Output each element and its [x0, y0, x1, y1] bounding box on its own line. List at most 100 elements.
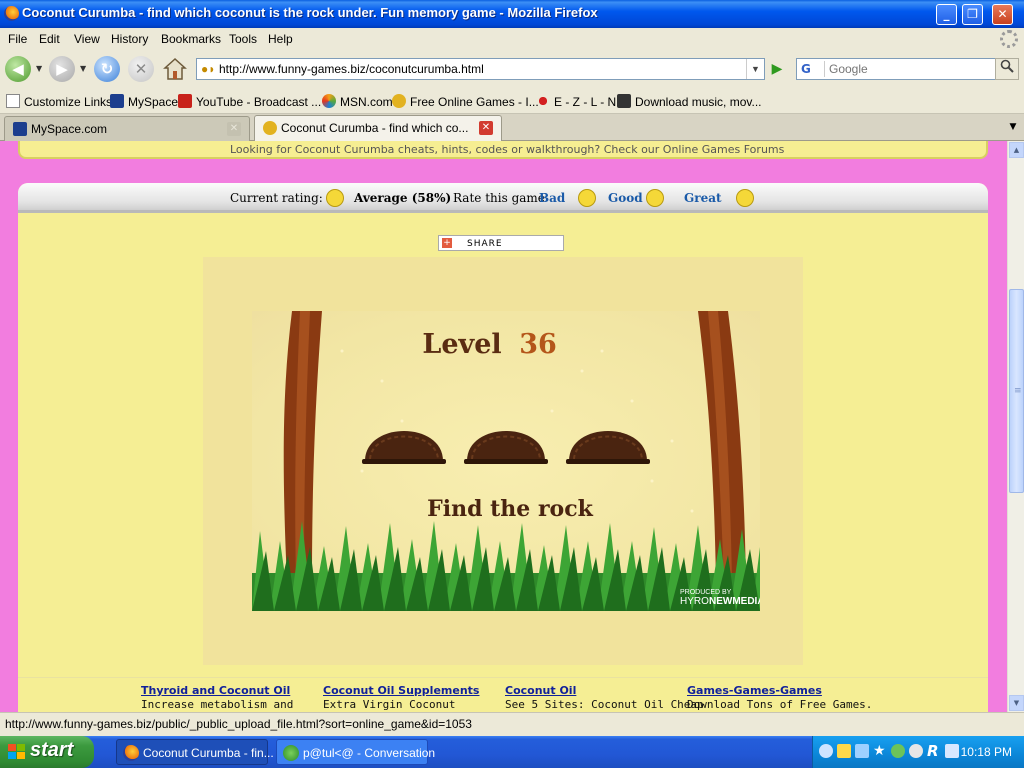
- url-bar[interactable]: ●◗ http://www.funny-games.biz/coconutcur…: [196, 58, 765, 80]
- reload-button[interactable]: ↻: [94, 56, 120, 82]
- tab-close-icon[interactable]: ✕: [479, 121, 493, 135]
- share-button[interactable]: + SHARE: [438, 235, 564, 251]
- coconut-1[interactable]: [362, 431, 446, 464]
- url-dropdown-icon[interactable]: ▼: [746, 59, 764, 79]
- ad-link-4[interactable]: Games-Games-Games Download Tons of Free …: [687, 684, 872, 711]
- rate-bad-link[interactable]: Bad: [539, 191, 565, 205]
- maximize-button[interactable]: ❐: [962, 4, 983, 25]
- ad-link-desc: Extra Virgin Coconut: [323, 698, 456, 711]
- menu-tools[interactable]: Tools: [229, 32, 257, 46]
- msn-butterfly-icon: [322, 94, 336, 108]
- ad-link-2[interactable]: Coconut Oil Supplements Extra Virgin Coc…: [323, 684, 493, 711]
- scroll-down-icon[interactable]: ▼: [1009, 695, 1024, 711]
- start-button[interactable]: start: [0, 736, 94, 768]
- bookmark-ezln[interactable]: E - Z - L - N: [536, 94, 616, 109]
- sparkle-dots: [340, 339, 694, 513]
- forward-button[interactable]: ▶: [49, 56, 75, 82]
- tab-close-icon[interactable]: ✕: [227, 122, 241, 136]
- back-arrow-icon: ◀: [12, 60, 24, 78]
- search-button[interactable]: [995, 58, 1019, 80]
- site-favicon-icon: ●◗: [201, 62, 216, 76]
- great-smiley-icon[interactable]: [736, 189, 754, 207]
- search-box[interactable]: G: [796, 58, 996, 80]
- bookmark-download-music[interactable]: Download music, mov...: [617, 94, 762, 109]
- bookmark-msn[interactable]: MSN.com: [322, 94, 393, 109]
- taskbar-firefox-window[interactable]: Coconut Curumba - fin...: [116, 739, 274, 765]
- status-text: http://www.funny-games.biz/public/_publi…: [5, 717, 472, 731]
- menu-file[interactable]: File: [8, 32, 27, 46]
- home-button[interactable]: [163, 57, 187, 81]
- level-word: Level: [422, 329, 501, 360]
- navigation-toolbar: ◀ ▼ ▶ ▼ ↻ ✕ ●◗ http://www.funny-games.bi…: [0, 50, 1024, 88]
- status-bar: http://www.funny-games.biz/public/_publi…: [0, 712, 1024, 736]
- rate-good-link[interactable]: Good: [608, 191, 643, 205]
- game-stage[interactable]: Level 36 Find the rock PRODUCED BY HYRO …: [252, 311, 782, 613]
- myspace-icon: [13, 122, 27, 136]
- myspace-icon: [110, 94, 124, 108]
- bookmark-customize-links[interactable]: Customize Links: [6, 94, 112, 109]
- taskbar-conversation-window[interactable]: p@tul<@ - Conversation: [276, 739, 435, 765]
- thumbs-down-smiley-icon[interactable]: [578, 189, 596, 207]
- tab-list-dropdown-icon[interactable]: ▼: [1004, 118, 1022, 136]
- coconut-3[interactable]: [566, 431, 650, 464]
- close-button[interactable]: ✕: [992, 4, 1013, 25]
- ad-link-desc: See 5 Sites: Coconut Oil Cheap: [505, 698, 704, 711]
- ad-link-1[interactable]: Thyroid and Coconut Oil Increase metabol…: [141, 684, 311, 711]
- coconut-2[interactable]: [464, 431, 548, 464]
- minimize-button[interactable]: _: [936, 4, 957, 25]
- menu-help[interactable]: Help: [268, 32, 293, 46]
- bookmarks-toolbar: Customize Links MySpace YouTube - Broadc…: [0, 88, 1024, 114]
- star-icon[interactable]: ★: [873, 744, 887, 758]
- tab-label: MySpace.com: [31, 122, 108, 136]
- window-tray-icon[interactable]: [945, 744, 959, 758]
- search-input[interactable]: [829, 61, 989, 77]
- stop-button[interactable]: ✕: [128, 56, 154, 82]
- bookmark-youtube[interactable]: YouTube - Broadcast ...: [178, 94, 321, 109]
- level-number: 36: [519, 329, 557, 360]
- menu-bookmarks[interactable]: Bookmarks: [161, 32, 221, 46]
- url-text[interactable]: http://www.funny-games.biz/coconutcurumb…: [219, 62, 484, 76]
- realplayer-icon[interactable]: R: [927, 744, 941, 759]
- bookmark-myspace[interactable]: MySpace: [110, 94, 178, 109]
- ad-link-3[interactable]: Coconut Oil See 5 Sites: Coconut Oil Che…: [505, 684, 704, 711]
- menu-edit[interactable]: Edit: [39, 32, 60, 46]
- clock: 10:18 PM: [960, 745, 1012, 759]
- volume-icon[interactable]: [909, 744, 923, 758]
- ad-link-title[interactable]: Coconut Oil Supplements: [323, 684, 493, 697]
- antivirus-icon[interactable]: [837, 744, 851, 758]
- go-button[interactable]: ▶: [767, 59, 787, 79]
- display-icon[interactable]: [855, 744, 869, 758]
- current-rating-value: Average (58%): [354, 191, 452, 205]
- window-title: Coconut Curumba - find which coconut is …: [22, 5, 598, 20]
- vertical-scrollbar[interactable]: ▲ ≡ ▼: [1007, 141, 1024, 712]
- download-icon: [617, 94, 631, 108]
- back-history-dropdown-icon[interactable]: ▼: [36, 64, 42, 73]
- back-button[interactable]: ◀: [5, 56, 31, 82]
- window-titlebar[interactable]: Coconut Curumba - find which coconut is …: [0, 0, 1024, 28]
- rate-great-link[interactable]: Great: [684, 191, 722, 205]
- scroll-thumb[interactable]: ≡: [1009, 289, 1024, 493]
- bookmark-free-online-games[interactable]: Free Online Games - I...: [392, 94, 539, 109]
- tab-coconut-curumba[interactable]: Coconut Curumba - find which co... ✕: [254, 115, 502, 142]
- menu-view[interactable]: View: [74, 32, 100, 46]
- menubar: File Edit View History Bookmarks Tools H…: [0, 28, 1024, 50]
- tab-label: Coconut Curumba - find which co...: [281, 121, 469, 135]
- forward-history-dropdown-icon[interactable]: ▼: [80, 64, 86, 73]
- page-icon: [6, 94, 20, 108]
- thumbs-up-smiley-icon[interactable]: [646, 189, 664, 207]
- menu-history[interactable]: History: [111, 32, 148, 46]
- tab-myspace[interactable]: MySpace.com ✕: [4, 116, 250, 141]
- game-flash-area[interactable]: Level 36 Find the rock PRODUCED BY HYRO …: [203, 257, 803, 665]
- search-engine-selector[interactable]: G: [799, 61, 825, 77]
- stop-icon: ✕: [134, 60, 148, 78]
- page-content[interactable]: Looking for Coconut Curumba cheats, hint…: [0, 141, 1007, 712]
- windows-logo-icon: [8, 744, 26, 760]
- network-icon[interactable]: [819, 744, 833, 758]
- game-scene[interactable]: Level 36 Find the rock PRODUCED BY HYRO …: [252, 311, 782, 613]
- scroll-up-icon[interactable]: ▲: [1009, 142, 1024, 158]
- ad-link-title[interactable]: Games-Games-Games: [687, 684, 857, 697]
- messenger-tray-icon[interactable]: [891, 744, 905, 758]
- ad-link-title[interactable]: Coconut Oil: [505, 684, 675, 697]
- red-star-icon: [536, 94, 550, 108]
- ad-link-title[interactable]: Thyroid and Coconut Oil: [141, 684, 311, 697]
